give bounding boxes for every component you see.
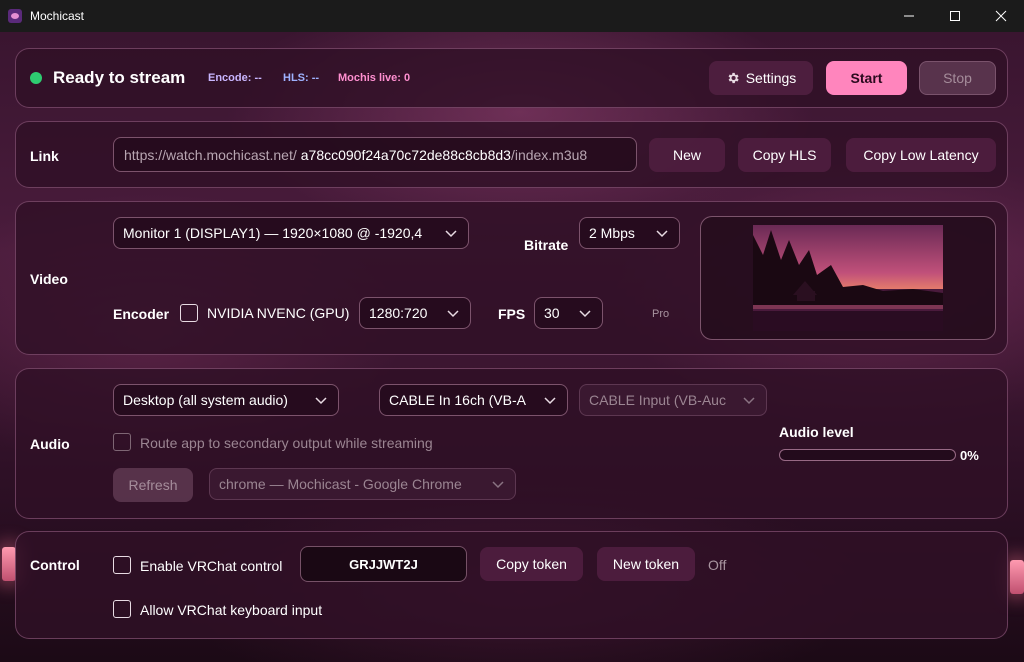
audio-panel: Audio Desktop (all system audio) CABLE I… bbox=[15, 368, 1008, 519]
link-panel: Link https://watch.mochicast.net/ a78cc0… bbox=[15, 121, 1008, 188]
keyboard-input-checkbox[interactable] bbox=[113, 600, 131, 618]
audio-label: Audio bbox=[30, 436, 70, 452]
chevron-down-icon bbox=[315, 397, 327, 405]
audio-level-meter bbox=[779, 449, 956, 461]
audio-level-percent: 0% bbox=[960, 448, 979, 463]
chevron-down-icon bbox=[447, 310, 459, 318]
settings-label: Settings bbox=[745, 70, 797, 86]
copy-token-button[interactable]: Copy token bbox=[480, 547, 583, 581]
minimize-icon bbox=[904, 15, 914, 17]
app-value: chrome — Mochicast - Google Chrome bbox=[219, 476, 462, 492]
new-link-button[interactable]: New bbox=[649, 138, 725, 172]
start-button[interactable]: Start bbox=[826, 61, 907, 95]
start-label: Start bbox=[850, 70, 883, 86]
link-label: Link bbox=[30, 148, 59, 164]
output-device-select[interactable]: CABLE In 16ch (VB-A bbox=[379, 384, 568, 416]
chevron-down-icon bbox=[743, 397, 755, 405]
stop-label: Stop bbox=[943, 70, 972, 86]
bitrate-label: Bitrate bbox=[524, 237, 569, 253]
route-app-label: Route app to secondary output while stre… bbox=[140, 435, 433, 451]
new-link-label: New bbox=[672, 147, 701, 163]
lantern-right bbox=[1010, 560, 1024, 594]
output-device-value: CABLE In 16ch (VB-A bbox=[389, 392, 526, 408]
app-logo-icon bbox=[8, 9, 22, 23]
status-indicator-icon bbox=[30, 72, 42, 84]
nvenc-checkbox[interactable] bbox=[180, 304, 198, 322]
link-url-token: a78cc090f24a70c72de88c8cb8d3 bbox=[300, 146, 511, 163]
copy-low-latency-label: Copy Low Latency bbox=[863, 147, 979, 163]
resolution-value: 1280:720 bbox=[369, 305, 428, 321]
link-url-suffix: /index.m3u8 bbox=[510, 146, 588, 163]
window-title: Mochicast bbox=[30, 9, 85, 23]
title-bar: Mochicast bbox=[0, 0, 1024, 32]
stop-button[interactable]: Stop bbox=[919, 61, 996, 95]
new-token-button[interactable]: New token bbox=[597, 547, 695, 581]
pro-label: Pro bbox=[652, 308, 670, 320]
video-label: Video bbox=[30, 271, 68, 287]
settings-button[interactable]: Settings bbox=[709, 61, 813, 95]
chevron-down-icon bbox=[544, 397, 556, 405]
lantern-left bbox=[2, 547, 16, 581]
token-display: GRJJWT2J bbox=[300, 546, 467, 582]
mochis-live-status: Mochis live: 0 bbox=[338, 72, 411, 84]
copy-hls-label: Copy HLS bbox=[752, 147, 817, 163]
gear-icon bbox=[728, 72, 739, 84]
close-button[interactable] bbox=[978, 0, 1024, 32]
refresh-button[interactable]: Refresh bbox=[113, 468, 193, 502]
secondary-device-select[interactable]: CABLE Input (VB-Auc bbox=[579, 384, 767, 416]
control-state: Off bbox=[708, 557, 727, 573]
encode-status: Encode: -- bbox=[208, 72, 262, 84]
close-icon bbox=[995, 10, 1007, 22]
control-panel: Control Enable VRChat control GRJJWT2J C… bbox=[15, 531, 1008, 639]
new-token-label: New token bbox=[612, 556, 680, 572]
copy-low-latency-button[interactable]: Copy Low Latency bbox=[846, 138, 996, 172]
chevron-down-icon bbox=[445, 230, 457, 238]
chevron-down-icon bbox=[492, 481, 504, 489]
fps-value: 30 bbox=[544, 305, 560, 321]
control-label: Control bbox=[30, 557, 80, 573]
monitor-value: Monitor 1 (DISPLAY1) — 1920×1080 @ -1920… bbox=[123, 225, 423, 241]
link-url-field[interactable]: https://watch.mochicast.net/ a78cc090f24… bbox=[113, 137, 637, 172]
copy-hls-button[interactable]: Copy HLS bbox=[738, 138, 831, 172]
audio-level-label: Audio level bbox=[779, 424, 854, 440]
app-select[interactable]: chrome — Mochicast - Google Chrome bbox=[209, 468, 516, 500]
bitrate-value: 2 Mbps bbox=[589, 225, 635, 241]
maximize-icon bbox=[950, 11, 960, 21]
video-panel: Video Monitor 1 (DISPLAY1) — 1920×1080 @… bbox=[15, 201, 1008, 355]
hls-status: HLS: -- bbox=[283, 72, 320, 84]
enable-vrchat-label: Enable VRChat control bbox=[140, 558, 283, 574]
chevron-down-icon bbox=[656, 230, 668, 238]
resolution-select[interactable]: 1280:720 bbox=[359, 297, 471, 329]
status-text: Ready to stream bbox=[53, 68, 186, 87]
secondary-device-value: CABLE Input (VB-Auc bbox=[589, 392, 726, 408]
encoder-label: Encoder bbox=[113, 306, 170, 322]
preview-frame bbox=[700, 216, 996, 340]
route-app-checkbox[interactable] bbox=[113, 433, 131, 451]
fps-label: FPS bbox=[498, 306, 526, 322]
keyboard-input-label: Allow VRChat keyboard input bbox=[140, 602, 323, 618]
maximize-button[interactable] bbox=[932, 0, 978, 32]
audio-source-value: Desktop (all system audio) bbox=[123, 392, 288, 408]
refresh-label: Refresh bbox=[128, 477, 178, 493]
bitrate-select[interactable]: 2 Mbps bbox=[579, 217, 680, 249]
audio-source-select[interactable]: Desktop (all system audio) bbox=[113, 384, 339, 416]
status-panel: Ready to stream Encode: -- HLS: -- Mochi… bbox=[15, 48, 1008, 108]
monitor-select[interactable]: Monitor 1 (DISPLAY1) — 1920×1080 @ -1920… bbox=[113, 217, 469, 249]
minimize-button[interactable] bbox=[886, 0, 932, 32]
fps-select[interactable]: 30 bbox=[534, 297, 603, 329]
token-value: GRJJWT2J bbox=[349, 556, 418, 572]
chevron-down-icon bbox=[579, 310, 591, 318]
enable-vrchat-checkbox[interactable] bbox=[113, 556, 131, 574]
link-url-prefix: https://watch.mochicast.net/ bbox=[124, 146, 297, 163]
nvenc-label: NVIDIA NVENC (GPU) bbox=[207, 305, 350, 321]
copy-token-label: Copy token bbox=[496, 556, 567, 572]
preview-image bbox=[753, 225, 943, 331]
